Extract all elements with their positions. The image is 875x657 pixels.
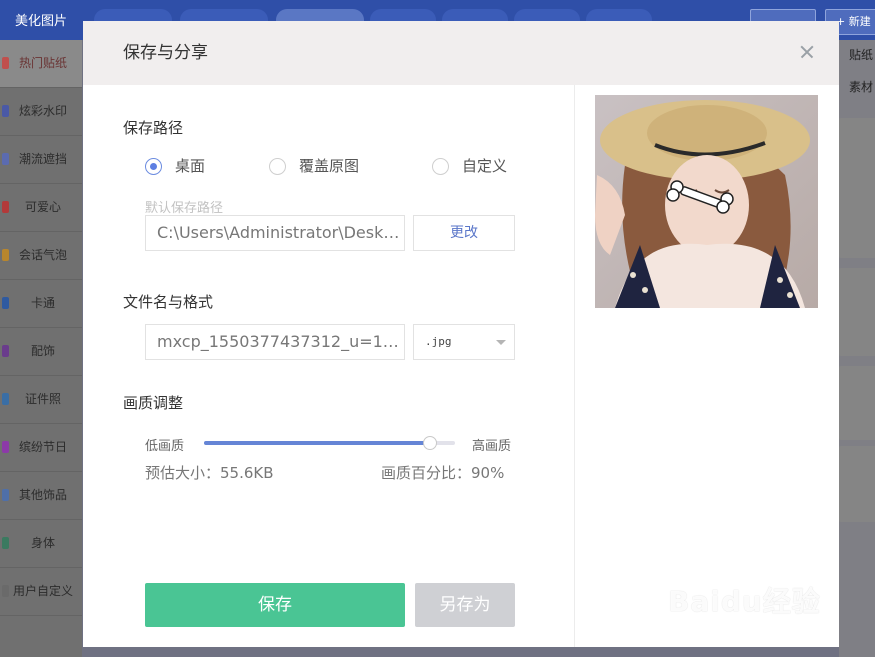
dialog-header: 保存与分享: [83, 21, 839, 85]
format-value: .jpg: [425, 335, 452, 348]
cartoon-icon: [2, 297, 9, 309]
sidebar-item[interactable]: 热门贴纸: [0, 40, 82, 88]
hot-sticker-icon: [2, 57, 9, 69]
quality-percent: 画质百分比：90%: [381, 464, 505, 482]
id-photo-icon: [2, 393, 9, 405]
sticker-sidebar: 热门贴纸炫彩水印潮流遮挡可爱心会话气泡卡通配饰证件照缤纷节日其他饰品身体用户自定…: [0, 40, 82, 657]
quality-label: 画质调整: [123, 394, 184, 412]
quality-slider-handle[interactable]: [422, 436, 437, 450]
dialog-title: 保存与分享: [123, 43, 208, 63]
close-icon[interactable]: [796, 41, 818, 63]
sidebar-item-label: 可爱心: [24, 200, 61, 214]
change-path-button[interactable]: 更改: [413, 215, 515, 251]
body-icon: [2, 537, 9, 549]
other-icon: [2, 489, 9, 501]
sidebar-item-label: 其他饰品: [18, 488, 67, 502]
sidebar-item[interactable]: 炫彩水印: [0, 88, 82, 136]
sidebar-item-label: 会话气泡: [18, 248, 67, 262]
watermark-icon: [2, 105, 9, 117]
filename-input[interactable]: mxcp_1550377437312_u=1040...: [145, 324, 405, 360]
sidebar-item[interactable]: 用户自定义: [0, 568, 82, 616]
sidebar-item-label: 卡通: [30, 296, 55, 310]
baidu-watermark: Baidu经验 jingyan.baidu.com: [668, 566, 868, 636]
watermark-text: Baidu经验: [668, 585, 821, 618]
sticker-thumbnail[interactable]: [839, 446, 875, 522]
watermark-url: jingyan.baidu.com: [674, 616, 794, 631]
save-path-label: 保存路径: [123, 119, 184, 137]
chevron-down-icon: [496, 340, 506, 345]
image-preview: [595, 95, 818, 308]
default-path-hint: 默认保存路径: [145, 201, 224, 216]
sidebar-item[interactable]: 缤纷节日: [0, 424, 82, 472]
sidebar-item-label: 身体: [30, 536, 55, 550]
sticker-thumbnail[interactable]: [839, 268, 875, 356]
filename-label: 文件名与格式: [123, 293, 214, 311]
sidebar-item-label: 用户自定义: [12, 584, 73, 598]
sidebar-item-label: 配饰: [30, 344, 55, 358]
quality-slider-fill: [204, 441, 430, 445]
app-title[interactable]: 美化图片: [0, 0, 82, 40]
sidebar-item[interactable]: 身体: [0, 520, 82, 568]
radio-circle: [432, 158, 449, 175]
sticker-thumbnail[interactable]: [839, 366, 875, 440]
holiday-icon: [2, 441, 9, 453]
save-as-button[interactable]: 另存为: [415, 583, 515, 627]
sticker-thumbnail[interactable]: [839, 118, 875, 258]
divider: [574, 85, 575, 647]
sidebar-item-label: 炫彩水印: [18, 104, 67, 118]
sidebar-item[interactable]: 潮流遮挡: [0, 136, 82, 184]
radio-circle: [145, 158, 162, 175]
material-tab[interactable]: 素材: [839, 75, 875, 99]
sidebar-item-label: 热门贴纸: [18, 56, 67, 70]
sidebar-item-label: 证件照: [24, 392, 61, 406]
sidebar-item[interactable]: 其他饰品: [0, 472, 82, 520]
radio-label: 覆盖原图: [299, 157, 360, 175]
bubble-icon: [2, 249, 9, 261]
radio-circle: [269, 158, 286, 175]
sidebar-item[interactable]: 可爱心: [0, 184, 82, 232]
low-quality-label: 低画质: [145, 439, 185, 454]
sidebar-item[interactable]: 配饰: [0, 328, 82, 376]
save-share-dialog: 保存与分享 保存路径 桌面 覆盖原图 自定义 默认保存路径 C:\Users\A…: [83, 21, 839, 647]
custom-icon: [2, 585, 9, 597]
sidebar-item[interactable]: 证件照: [0, 376, 82, 424]
accessory-icon: [2, 345, 9, 357]
sidebar-item-label: 潮流遮挡: [18, 152, 67, 166]
save-button[interactable]: 保存: [145, 583, 405, 627]
save-path-input[interactable]: C:\Users\Administrator\Desktop: [145, 215, 405, 251]
sticker-panel: 贴纸 素材: [839, 40, 875, 657]
sidebar-item[interactable]: 会话气泡: [0, 232, 82, 280]
estimated-size: 预估大小：55.6KB: [145, 464, 274, 482]
preview-photo: [595, 95, 818, 308]
sidebar-item[interactable]: 卡通: [0, 280, 82, 328]
cover-icon: [2, 153, 9, 165]
quality-slider[interactable]: [204, 436, 455, 450]
sticker-tab[interactable]: 贴纸: [839, 43, 875, 67]
radio-label: 桌面: [175, 157, 206, 175]
sidebar-item-label: 缤纷节日: [18, 440, 67, 454]
format-select[interactable]: .jpg: [413, 324, 515, 360]
radio-label: 自定义: [462, 157, 508, 175]
heart-icon: [2, 201, 9, 213]
high-quality-label: 高画质: [472, 439, 512, 454]
